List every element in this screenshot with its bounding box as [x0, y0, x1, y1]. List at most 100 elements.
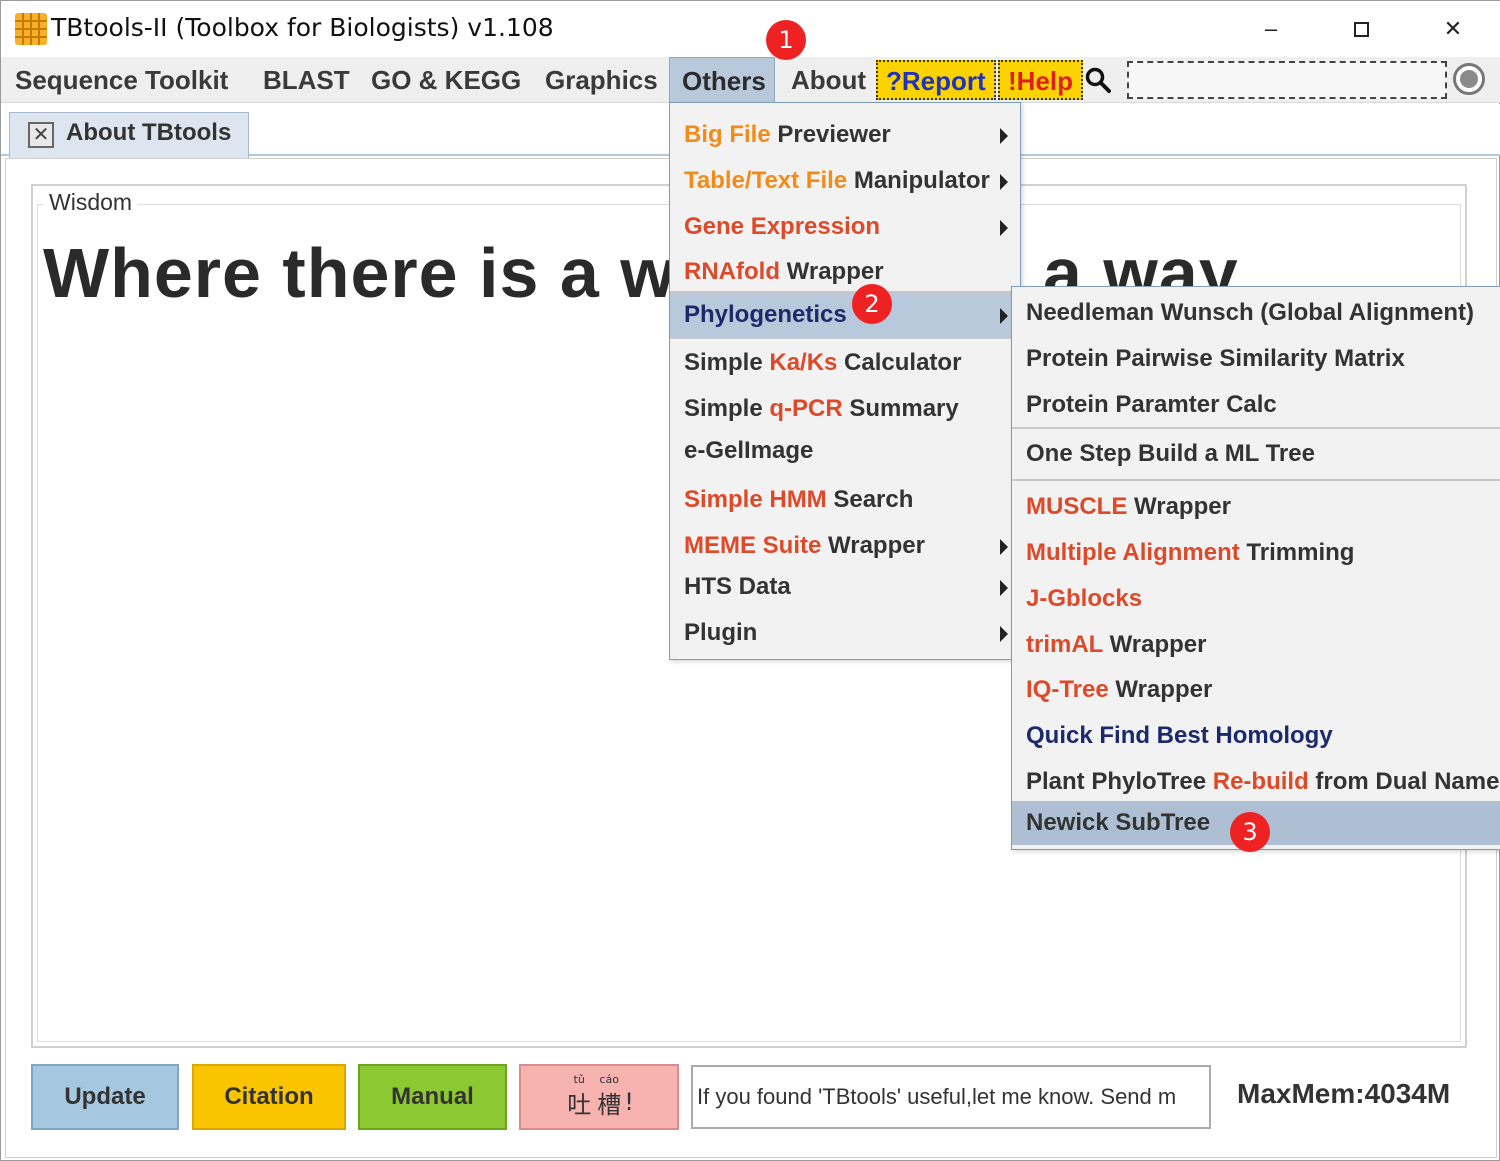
menu-separator: [670, 337, 1020, 339]
menu-item-text: from Dual Names: [1308, 768, 1500, 795]
menu-item-text: Multiple Alignment: [1026, 539, 1240, 566]
menu-item-text: Previewer: [770, 121, 891, 148]
window-title: TBtools-II (Toolbox for Biologists) v1.1…: [51, 13, 554, 42]
maximize-button[interactable]: [1331, 9, 1391, 49]
menu-item-text: e-GelImage: [684, 437, 814, 464]
menu-item-text: Trimming: [1239, 539, 1355, 566]
menu-item-text: trimAL: [1026, 631, 1103, 658]
menu-separator: [1012, 479, 1500, 481]
manual-button[interactable]: Manual: [358, 1064, 507, 1130]
feedback-tucao-button[interactable]: tǔ 吐 cáo 槽 !: [519, 1064, 679, 1130]
tucao-exclamation: !: [624, 1088, 634, 1116]
menu-item-text: q-PCR: [769, 395, 843, 422]
report-button[interactable]: ?Report: [876, 60, 996, 100]
tbtools-window: TBtools-II (Toolbox for Biologists) v1.1…: [0, 0, 1500, 1161]
menu-item-text: Needleman Wunsch (Global Alignment): [1026, 299, 1475, 326]
menu-item-text: Search: [826, 486, 914, 513]
menu-item-needleman-wunsch-global-alignment[interactable]: Needleman Wunsch (Global Alignment): [1012, 291, 1500, 335]
menu-item-text: Newick SubTree: [1026, 809, 1211, 836]
minimize-button[interactable]: –: [1241, 9, 1301, 49]
menu-item-one-step-build-a-ml-tree[interactable]: One Step Build a ML Tree: [1012, 432, 1500, 476]
menu-item-simple-hmm-search[interactable]: Simple HMM Search: [670, 478, 1020, 522]
feedback-message-field[interactable]: If you found 'TBtools' useful,let me kno…: [691, 1065, 1211, 1129]
menu-item-text: One Step Build a ML Tree: [1026, 440, 1315, 467]
app-grid-icon: [15, 13, 47, 45]
phylogenetics-submenu: Needleman Wunsch (Global Alignment) Prote…: [1011, 286, 1500, 850]
menu-about[interactable]: About: [779, 57, 878, 103]
menu-item-plugin[interactable]: Plugin: [670, 611, 1020, 655]
menu-item-text: Big File: [684, 121, 771, 148]
ruby-hanzi-2: 槽: [597, 1090, 622, 1119]
close-button[interactable]: ✕: [1423, 9, 1483, 49]
menu-item-text: Summary: [842, 395, 959, 422]
menu-item-muscle-wrapper[interactable]: MUSCLE Wrapper: [1012, 485, 1500, 529]
menu-item-text: Wrapper: [821, 532, 925, 559]
menu-item-iq-tree-wrapper[interactable]: IQ-Tree Wrapper: [1012, 668, 1500, 712]
menu-item-text: J-Gblocks: [1026, 585, 1143, 612]
menu-item-text: Calculator: [837, 349, 962, 376]
title-bar: TBtools-II (Toolbox for Biologists) v1.1…: [1, 1, 1500, 57]
menu-item-protein-pairwise-similarity-matrix[interactable]: Protein Pairwise Similarity Matrix: [1012, 337, 1500, 381]
submenu-arrow-icon: [1000, 539, 1008, 555]
ruby-hanzi-1: 吐: [567, 1090, 592, 1119]
menu-others[interactable]: Others: [669, 57, 775, 103]
menu-go-kegg[interactable]: GO & KEGG: [359, 57, 533, 103]
menu-item-e-gelimage[interactable]: e-GelImage: [670, 429, 1020, 473]
menu-item-text: Quick Find Best Homology: [1026, 722, 1333, 749]
status-indicator-icon[interactable]: [1453, 63, 1485, 95]
submenu-arrow-icon: [1000, 580, 1008, 596]
menu-item-simple-q-pcr-summary[interactable]: Simple q-PCR Summary: [670, 387, 1020, 431]
menu-separator: [1012, 427, 1500, 429]
search-input[interactable]: [1127, 61, 1447, 99]
menu-item-text: Phylogenetics: [684, 301, 847, 328]
ruby-pinyin-2: cáo: [599, 1072, 619, 1086]
menu-item-text: Protein Paramter Calc: [1026, 391, 1277, 418]
menu-item-table-text-file-manipulator[interactable]: Table/Text File Manipulator: [670, 159, 1020, 203]
menu-item-j-gblocks[interactable]: J-Gblocks: [1012, 577, 1500, 621]
menu-item-rnafold-wrapper[interactable]: RNAfold Wrapper: [670, 250, 1020, 294]
menu-item-text: Gene Expression: [684, 213, 881, 240]
help-button[interactable]: !Help: [998, 60, 1083, 100]
max-memory-label: MaxMem:4034M: [1237, 1078, 1451, 1109]
menu-item-gene-expression[interactable]: Gene Expression: [670, 205, 1020, 249]
menu-item-quick-find-best-homology[interactable]: Quick Find Best Homology: [1012, 714, 1500, 758]
menu-item-text: Table/Text File: [684, 167, 848, 194]
menu-blast[interactable]: BLAST: [251, 57, 362, 103]
menu-item-simple-ka-ks-calculator[interactable]: Simple Ka/Ks Calculator: [670, 341, 1020, 385]
menu-item-text: Re-build: [1212, 768, 1309, 795]
menu-item-phylogenetics[interactable]: Phylogenetics: [670, 293, 1020, 337]
menu-item-big-file-previewer[interactable]: Big File Previewer: [670, 113, 1020, 157]
search-icon[interactable]: [1085, 67, 1111, 93]
wisdom-quote-left: Where there is a w: [43, 234, 676, 312]
menu-item-plant-phylotree-re-build-from-dual-names[interactable]: Plant PhyloTree Re-build from Dual Names: [1012, 760, 1500, 804]
ruby-char-1: tǔ 吐: [567, 1072, 592, 1120]
menu-item-meme-suite-wrapper[interactable]: MEME Suite Wrapper: [670, 524, 1020, 568]
update-button[interactable]: Update: [31, 1064, 179, 1130]
menu-item-text: Plant PhyloTree: [1026, 768, 1213, 795]
menu-item-hts-data[interactable]: HTS Data: [670, 565, 1020, 609]
menu-item-trimal-wrapper[interactable]: trimAL Wrapper: [1012, 623, 1500, 667]
submenu-arrow-icon: [1000, 220, 1008, 236]
submenu-arrow-icon: [1000, 128, 1008, 144]
ruby-pinyin-1: tǔ: [573, 1072, 585, 1086]
submenu-arrow-icon: [1000, 174, 1008, 190]
others-dropdown-menu: Big File Previewer Table/Text File Manipu…: [669, 102, 1021, 660]
tab-about-tbtools[interactable]: ✕ About TBtools: [9, 112, 249, 158]
wisdom-legend: Wisdom: [43, 189, 139, 216]
menu-item-text: Wrapper: [1108, 676, 1213, 703]
menu-item-text: Ka/Ks: [769, 349, 838, 376]
menu-item-text: Simple: [684, 395, 770, 422]
tab-close-icon[interactable]: ✕: [28, 122, 54, 148]
menu-item-multiple-alignment-trimming[interactable]: Multiple Alignment Trimming: [1012, 531, 1500, 575]
menu-item-text: Simple: [684, 486, 770, 513]
tab-label: About TBtools: [66, 119, 232, 146]
menu-item-text: HTS Data: [684, 573, 791, 600]
menu-item-protein-paramter-calc[interactable]: Protein Paramter Calc: [1012, 383, 1500, 427]
menu-item-text: Wrapper: [779, 258, 884, 285]
maximize-icon: [1353, 21, 1369, 37]
step-marker-2: 2: [852, 284, 892, 324]
ruby-char-2: cáo 槽: [597, 1072, 622, 1120]
menu-sequence-toolkit[interactable]: Sequence Toolkit: [3, 57, 240, 103]
menu-graphics[interactable]: Graphics: [533, 57, 670, 103]
citation-button[interactable]: Citation: [192, 1064, 346, 1130]
